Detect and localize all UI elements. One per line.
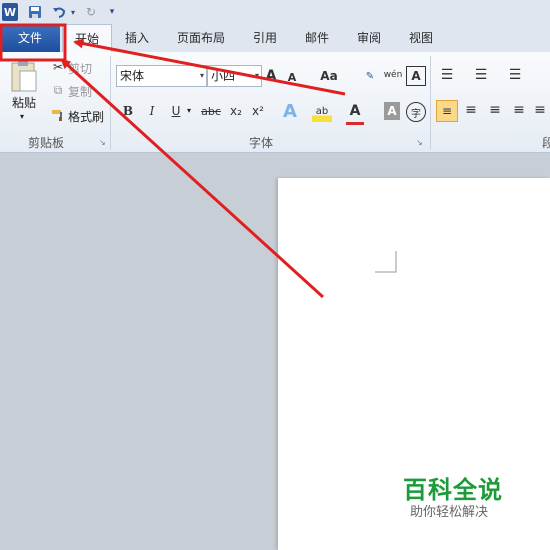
tab-page-layout[interactable]: 页面布局 [170, 24, 232, 52]
watermark-title: 百科全说 [403, 476, 503, 504]
paste-dropdown-icon[interactable]: ▾ [20, 112, 24, 121]
customize-qat-icon[interactable]: ▾ [106, 3, 118, 21]
clear-format-icon[interactable]: ✎ [360, 66, 380, 86]
tab-review[interactable]: 审阅 [350, 24, 388, 52]
bullets-icon[interactable]: ☰ [438, 66, 456, 84]
strikethrough-icon[interactable]: abc [200, 102, 222, 120]
enclose-character-icon[interactable]: 字 [406, 102, 426, 122]
font-name-dropdown-icon[interactable]: ▾ [200, 66, 204, 86]
subscript-icon[interactable]: x₂ [227, 102, 245, 120]
undo-icon[interactable] [50, 3, 68, 21]
paste-label[interactable]: 粘贴 [12, 94, 36, 111]
font-name-value: 宋体 [120, 69, 145, 83]
format-painter-label[interactable]: 格式刷 [68, 108, 104, 125]
font-group-label: 字体 [249, 136, 274, 150]
font-color-icon[interactable]: A [346, 100, 364, 125]
group-separator [110, 56, 111, 150]
underline-icon[interactable]: U [168, 102, 184, 120]
multilevel-list-icon[interactable]: ☰ [506, 66, 524, 84]
character-shading-icon[interactable]: A [384, 102, 400, 120]
clipboard-launcher-icon[interactable]: ↘ [99, 138, 106, 147]
shrink-font-icon[interactable]: A [286, 68, 298, 86]
cut-label[interactable]: 剪切 [68, 60, 92, 77]
format-painter-icon[interactable] [50, 108, 66, 122]
tab-insert[interactable]: 插入 [118, 24, 156, 52]
align-left-icon[interactable]: ≡ [436, 100, 458, 122]
margin-corner-marker [375, 251, 397, 273]
tab-view[interactable]: 视图 [402, 24, 440, 52]
align-center-icon[interactable]: ≡ [462, 100, 480, 120]
font-size-dropdown-icon[interactable]: ▾ [255, 66, 259, 86]
group-separator [430, 56, 431, 150]
superscript-icon[interactable]: x² [249, 102, 267, 120]
font-launcher-icon[interactable]: ↘ [416, 138, 423, 147]
justify-icon[interactable]: ≡ [510, 100, 528, 120]
save-icon[interactable] [26, 3, 44, 21]
tab-mailings[interactable]: 邮件 [298, 24, 336, 52]
clipboard-group-label: 剪贴板 [28, 136, 65, 150]
font-size-box[interactable]: 小四 ▾ [207, 65, 262, 87]
text-effects-icon[interactable]: A [280, 100, 300, 122]
paste-icon[interactable] [8, 58, 40, 94]
numbering-icon[interactable]: ☰ [472, 66, 490, 84]
distributed-icon[interactable]: ≡ [532, 100, 548, 120]
redo-icon[interactable]: ↻ [82, 3, 100, 21]
quick-access-toolbar: W ▾ ↻ ▾ [0, 0, 550, 25]
font-size-value: 小四 [211, 69, 236, 83]
phonetic-guide-icon[interactable]: wén [383, 64, 403, 86]
undo-dropdown-icon[interactable]: ▾ [69, 3, 77, 21]
grow-font-icon[interactable]: A [264, 66, 278, 86]
italic-icon[interactable]: I [144, 102, 160, 120]
paragraph-group-label: 段 [542, 136, 550, 150]
watermark-subtitle: 助你轻松解决 [410, 505, 489, 520]
copy-label[interactable]: 复制 [68, 83, 92, 100]
ribbon-tab-bar: 文件 开始 插入 页面布局 引用 邮件 审阅 视图 [0, 24, 550, 53]
ribbon: 粘贴 ▾ ✂ 剪切 ⧉ 复制 格式刷 剪贴板 ↘ 宋体 ▾ 小四 ▾ A A Aa … [0, 52, 550, 153]
underline-dropdown-icon[interactable]: ▾ [187, 106, 191, 115]
bold-icon[interactable]: B [120, 102, 136, 120]
highlight-icon[interactable]: ab [312, 100, 332, 122]
change-case-icon[interactable]: Aa [318, 66, 340, 86]
font-name-box[interactable]: 宋体 ▾ [116, 65, 207, 87]
scissors-icon[interactable]: ✂ [50, 60, 66, 74]
tab-file[interactable]: 文件 [0, 24, 60, 52]
align-right-icon[interactable]: ≡ [486, 100, 504, 120]
word-app-icon[interactable]: W [2, 3, 18, 21]
character-border-icon[interactable]: A [406, 66, 426, 86]
tab-references[interactable]: 引用 [246, 24, 284, 52]
tab-home[interactable]: 开始 [62, 24, 112, 53]
copy-icon[interactable]: ⧉ [50, 83, 66, 97]
